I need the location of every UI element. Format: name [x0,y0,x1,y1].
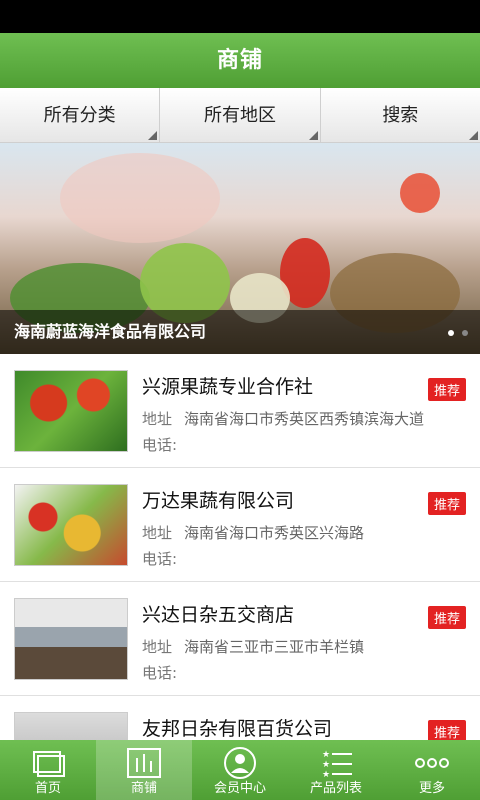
shop-address: 地址 海南省三亚市三亚市羊栏镇 [142,636,364,657]
tab-member-center[interactable]: 会员中心 [192,740,288,800]
shop-phone: 电话: [142,664,178,682]
search-label: 搜索 [382,105,419,126]
svg-text:★: ★ [322,760,330,770]
list-item[interactable]: 友邦日杂有限百货公司 推荐 [0,696,480,740]
category-filter-button[interactable]: 所有分类 [0,88,161,142]
tab-home[interactable]: 首页 [0,740,96,800]
shop-name: 友邦日杂有限百货公司 [142,718,333,740]
shop-name: 兴达日杂五交商店 [142,604,295,626]
home-icon [33,751,65,777]
page-title: 商铺 [0,33,480,88]
list-item[interactable]: 兴达日杂五交商店 推荐 地址 海南省三亚市三亚市羊栏镇 电话: [0,582,480,696]
tab-label: 会员中心 [213,781,266,796]
member-icon [224,747,256,779]
tab-shop[interactable]: 商铺 [96,740,192,800]
address-label: 地址 [142,410,173,428]
more-icon [415,758,449,768]
search-button[interactable]: 搜索 [321,88,480,142]
address-value: 海南省海口市秀英区兴海路 [184,524,365,542]
tab-label: 更多 [418,781,445,796]
app-screen: 商铺 所有分类 所有地区 搜索 海南蔚蓝海洋食品有限公司 兴源果蔬专业合作社 推… [0,0,480,800]
carousel-indicator [448,330,468,336]
tab-product-list[interactable]: ★ ★ ★ 产品列表 [288,740,384,800]
tab-label: 商铺 [130,781,157,796]
product-list-icon: ★ ★ ★ [322,750,352,780]
dropdown-corner-icon [468,131,478,140]
bottom-tab-bar: 首页 商铺 会员中心 ★ ★ ★ 产品列表 更多 [0,740,480,800]
address-label: 地址 [142,638,173,656]
tab-label: 产品列表 [309,781,362,796]
recommend-badge: 推荐 [427,720,466,740]
shop-thumbnail [14,484,128,566]
list-item[interactable]: 万达果蔬有限公司 推荐 地址 海南省海口市秀英区兴海路 电话: [0,468,480,582]
svg-text:★: ★ [322,750,330,760]
shop-address: 地址 海南省海口市秀英区兴海路 [142,522,364,543]
carousel-dot [462,330,468,336]
region-filter-label: 所有地区 [203,105,276,126]
category-filter-label: 所有分类 [43,105,116,126]
shop-thumbnail [14,712,128,740]
dropdown-corner-icon [308,131,318,140]
banner-carousel[interactable]: 海南蔚蓝海洋食品有限公司 [0,143,480,354]
shop-name: 万达果蔬有限公司 [142,490,295,512]
shop-phone: 电话: [142,550,178,568]
address-value: 海南省三亚市三亚市羊栏镇 [184,638,365,656]
recommend-badge: 推荐 [427,378,466,401]
banner-caption: 海南蔚蓝海洋食品有限公司 [0,310,480,354]
shop-list: 兴源果蔬专业合作社 推荐 地址 海南省海口市秀英区西秀镇滨海大道 电话: 万达果蔬… [0,354,480,740]
shop-name: 兴源果蔬专业合作社 [142,376,314,398]
tab-more[interactable]: 更多 [384,740,480,800]
recommend-badge: 推荐 [427,606,466,629]
shop-icon [127,748,161,778]
dropdown-corner-icon [148,131,158,140]
filter-bar: 所有分类 所有地区 搜索 [0,88,480,143]
carousel-dot [448,330,454,336]
shop-phone: 电话: [142,436,178,454]
shop-thumbnail [14,370,128,452]
region-filter-button[interactable]: 所有地区 [160,88,321,142]
recommend-badge: 推荐 [427,492,466,515]
status-bar [0,0,480,33]
address-label: 地址 [142,524,173,542]
list-item[interactable]: 兴源果蔬专业合作社 推荐 地址 海南省海口市秀英区西秀镇滨海大道 电话: [0,354,480,468]
shop-address: 地址 海南省海口市秀英区西秀镇滨海大道 [142,408,424,429]
shop-thumbnail [14,598,128,680]
address-value: 海南省海口市秀英区西秀镇滨海大道 [184,410,425,428]
tab-label: 首页 [34,781,61,796]
